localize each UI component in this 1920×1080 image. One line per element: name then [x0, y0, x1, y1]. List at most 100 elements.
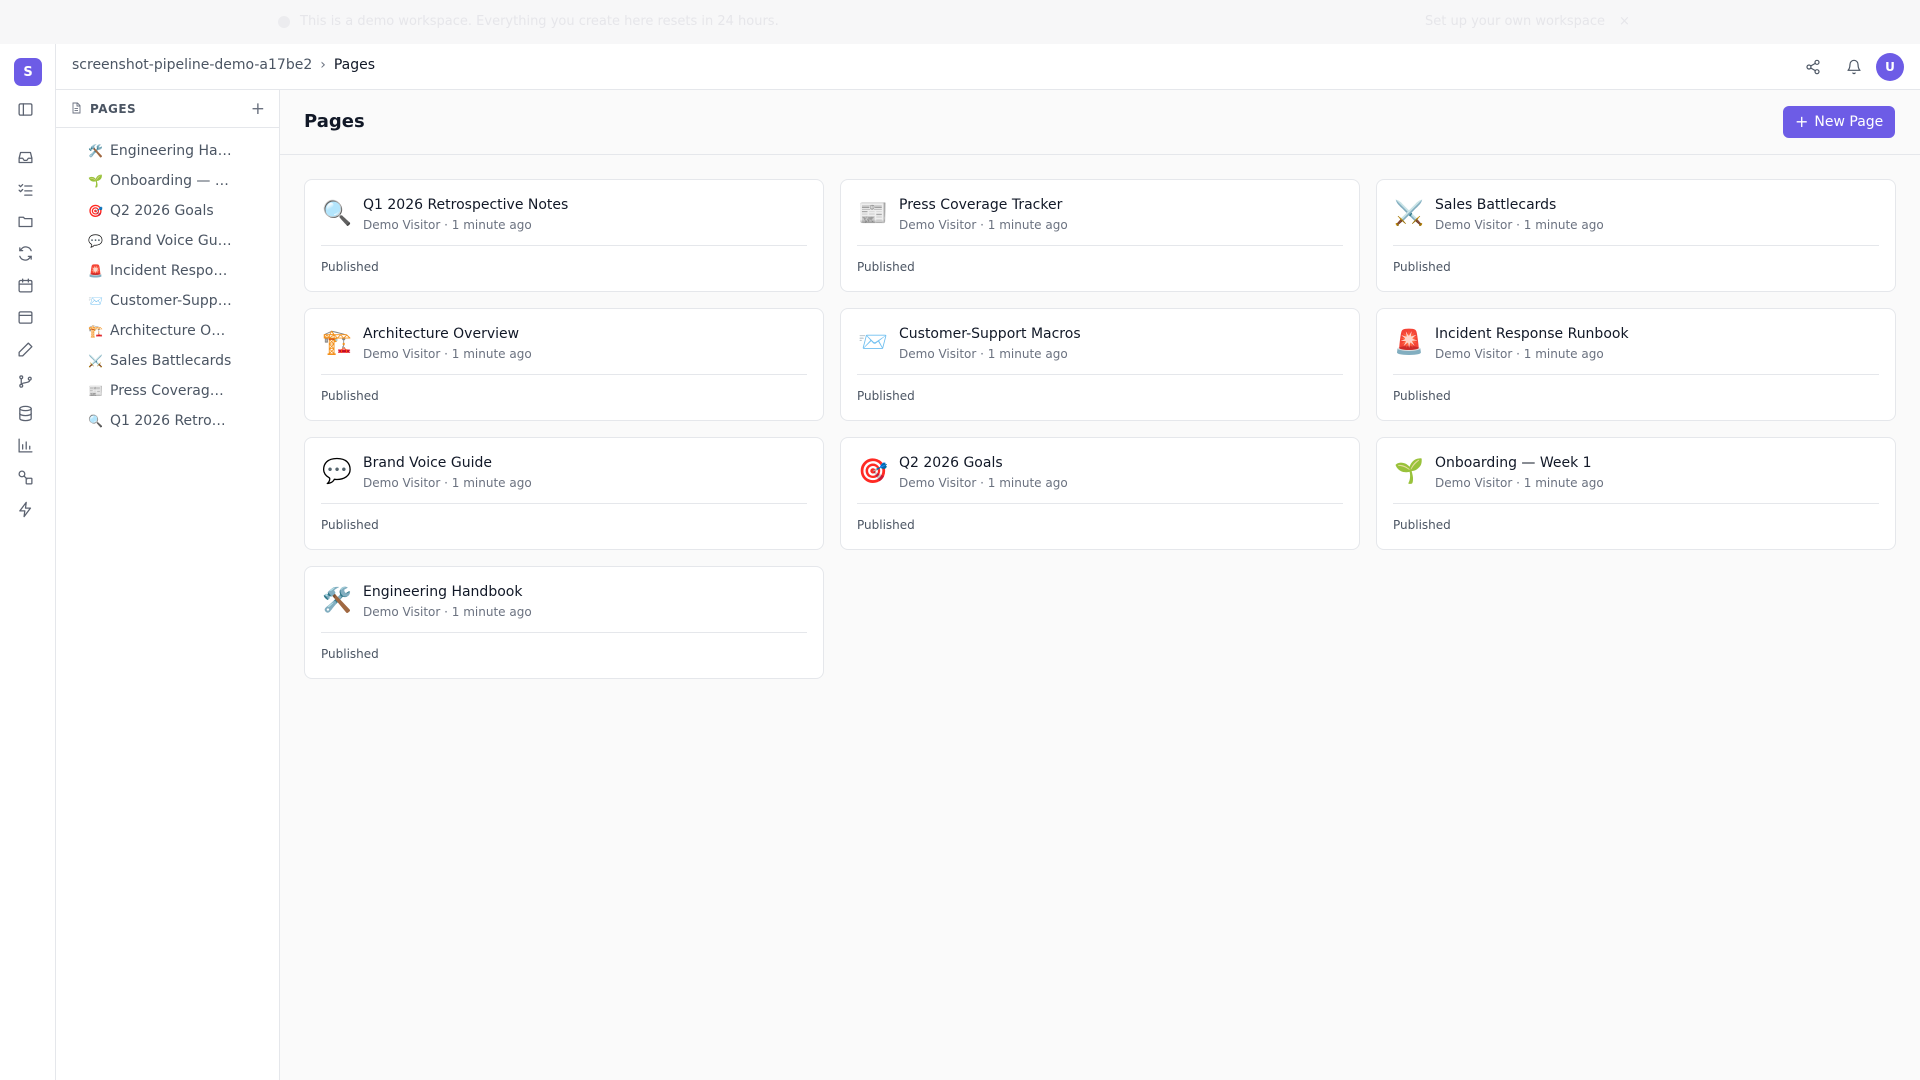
chart-icon[interactable]	[14, 434, 36, 456]
sidebar-item[interactable]: 🌱 Onboarding — Week 1	[56, 166, 279, 196]
page-card-title: Press Coverage Tracker	[899, 197, 1063, 213]
breadcrumb-workspace[interactable]: screenshot-pipeline-demo-a17be2	[72, 57, 312, 73]
page-card[interactable]: 📨 Customer-Support Macros Demo Visitor · 1…	[840, 308, 1360, 421]
sidebar-item[interactable]: 🔍 Q1 2026 Retrospective Notes	[56, 406, 279, 436]
git-branch-icon[interactable]	[14, 370, 36, 392]
sidebar-item[interactable]: 📨 Customer-Support Macros	[56, 286, 279, 316]
divider	[1393, 245, 1879, 246]
page-card[interactable]: 🏗️ Architecture Overview Demo Visitor · 1 …	[304, 308, 824, 421]
info-icon	[278, 15, 290, 28]
page-card[interactable]: 🚨 Incident Response Runbook Demo Visitor ·…	[1376, 308, 1896, 421]
page-card-meta: Demo Visitor · 1 minute ago	[363, 605, 532, 619]
page-emoji-icon: 💬	[322, 457, 352, 485]
status-badge: Published	[1393, 389, 1451, 403]
pages-heading: PAGES	[90, 101, 137, 116]
new-page-button-label: New Page	[1814, 114, 1884, 130]
page-emoji-icon: 🚨	[88, 264, 103, 278]
banner-action-link[interactable]: Set up your own workspace	[1425, 14, 1605, 29]
pen-icon[interactable]	[14, 338, 36, 360]
page-emoji-icon: 🔍	[322, 199, 352, 227]
divider	[321, 632, 807, 633]
page-card-meta: Demo Visitor · 1 minute ago	[899, 476, 1068, 490]
page-emoji-icon: 🚨	[1394, 328, 1424, 356]
shapes-icon[interactable]	[14, 466, 36, 488]
page-card[interactable]: 🛠️ Engineering Handbook Demo Visitor · 1 m…	[304, 566, 824, 679]
page-card-meta: Demo Visitor · 1 minute ago	[363, 476, 532, 490]
page-emoji-icon: 💬	[88, 234, 103, 248]
page-card-meta: Demo Visitor · 1 minute ago	[1435, 218, 1604, 232]
divider	[1393, 374, 1879, 375]
main-content: Pages + New Page 🔍 Q1 2026 Retrospective …	[280, 90, 1920, 1080]
status-badge: Published	[1393, 518, 1451, 532]
pages-sidebar-header: PAGES +	[56, 90, 279, 128]
sidebar-item[interactable]: 💬 Brand Voice Guide	[56, 226, 279, 256]
page-card[interactable]: 🔍 Q1 2026 Retrospective Notes Demo Visitor…	[304, 179, 824, 292]
sidebar-item-label: Press Coverage Tracker	[110, 383, 232, 399]
page-emoji-icon: ⚔️	[1394, 199, 1424, 227]
page-title: Pages	[304, 111, 365, 132]
plus-icon: +	[1795, 112, 1809, 131]
page-card-meta: Demo Visitor · 1 minute ago	[1435, 476, 1604, 490]
divider	[321, 374, 807, 375]
page-card-title: Sales Battlecards	[1435, 197, 1557, 213]
bell-icon[interactable]	[1843, 56, 1865, 78]
divider	[857, 245, 1343, 246]
page-card[interactable]: ⚔️ Sales Battlecards Demo Visitor · 1 minu…	[1376, 179, 1896, 292]
tasks-icon[interactable]	[14, 178, 36, 200]
database-icon[interactable]	[14, 402, 36, 424]
page-emoji-icon: 📨	[88, 294, 103, 308]
page-header: Pages + New Page	[280, 90, 1920, 155]
status-badge: Published	[857, 389, 915, 403]
folder-icon[interactable]	[14, 210, 36, 232]
page-card-title: Customer-Support Macros	[899, 326, 1081, 342]
page-emoji-icon: 📰	[88, 384, 103, 398]
sidebar-item[interactable]: 🛠️ Engineering Handbook	[56, 136, 279, 166]
page-card-title: Q2 2026 Goals	[899, 455, 1003, 471]
divider	[1393, 503, 1879, 504]
page-card-meta: Demo Visitor · 1 minute ago	[899, 218, 1068, 232]
status-badge: Published	[857, 260, 915, 274]
breadcrumb-current: Pages	[333, 57, 376, 73]
sidebar-toggle-icon[interactable]	[14, 98, 36, 120]
page-emoji-icon: 📰	[858, 199, 888, 227]
page-emoji-icon: 🎯	[88, 204, 103, 218]
page-card-title: Brand Voice Guide	[363, 455, 492, 471]
add-page-icon[interactable]: +	[251, 99, 265, 119]
sidebar-item[interactable]: 📰 Press Coverage Tracker	[56, 376, 279, 406]
page-emoji-icon: 🎯	[858, 457, 888, 485]
page-card[interactable]: 📰 Press Coverage Tracker Demo Visitor · 1 …	[840, 179, 1360, 292]
status-badge: Published	[321, 389, 379, 403]
calendar-icon[interactable]	[14, 274, 36, 296]
banner-message: This is a demo workspace. Everything you…	[300, 14, 779, 29]
inbox-icon[interactable]	[14, 146, 36, 168]
page-card[interactable]: 🌱 Onboarding — Week 1 Demo Visitor · 1 min…	[1376, 437, 1896, 550]
page-emoji-icon: ⚔️	[88, 354, 103, 368]
sidebar-item[interactable]: 🎯 Q2 2026 Goals	[56, 196, 279, 226]
sidebar-item[interactable]: 🏗️ Architecture Overview	[56, 316, 279, 346]
sidebar-item-label: Onboarding — Week 1	[110, 173, 232, 189]
page-card-meta: Demo Visitor · 1 minute ago	[363, 347, 532, 361]
sync-icon[interactable]	[14, 242, 36, 264]
page-card-title: Incident Response Runbook	[1435, 326, 1629, 342]
pages-list: 🛠️ Engineering Handbook 🌱 Onboarding — Wee…	[56, 128, 279, 436]
page-emoji-icon: 🌱	[88, 174, 103, 188]
page-card-meta: Demo Visitor · 1 minute ago	[363, 218, 532, 232]
window-icon[interactable]	[14, 306, 36, 328]
page-emoji-icon: 📨	[858, 328, 888, 356]
sidebar-item-label: Customer-Support Macros	[110, 293, 232, 309]
lightning-icon[interactable]	[14, 498, 36, 520]
page-card[interactable]: 💬 Brand Voice Guide Demo Visitor · 1 minut…	[304, 437, 824, 550]
page-card[interactable]: 🎯 Q2 2026 Goals Demo Visitor · 1 minute ag…	[840, 437, 1360, 550]
sidebar-item[interactable]: 🚨 Incident Response Runbook	[56, 256, 279, 286]
sidebar-item-label: Sales Battlecards	[110, 353, 232, 369]
new-page-button[interactable]: + New Page	[1783, 106, 1896, 138]
page-card-title: Onboarding — Week 1	[1435, 455, 1592, 471]
user-avatar[interactable]: U	[1876, 53, 1904, 81]
sidebar-item-label: Incident Response Runbook	[110, 263, 232, 279]
sidebar-item[interactable]: ⚔️ Sales Battlecards	[56, 346, 279, 376]
divider	[857, 374, 1343, 375]
banner-close-icon[interactable]: ×	[1619, 14, 1630, 29]
workspace-switcher[interactable]: S	[14, 58, 42, 86]
status-badge: Published	[321, 647, 379, 661]
share-icon[interactable]	[1802, 56, 1824, 78]
